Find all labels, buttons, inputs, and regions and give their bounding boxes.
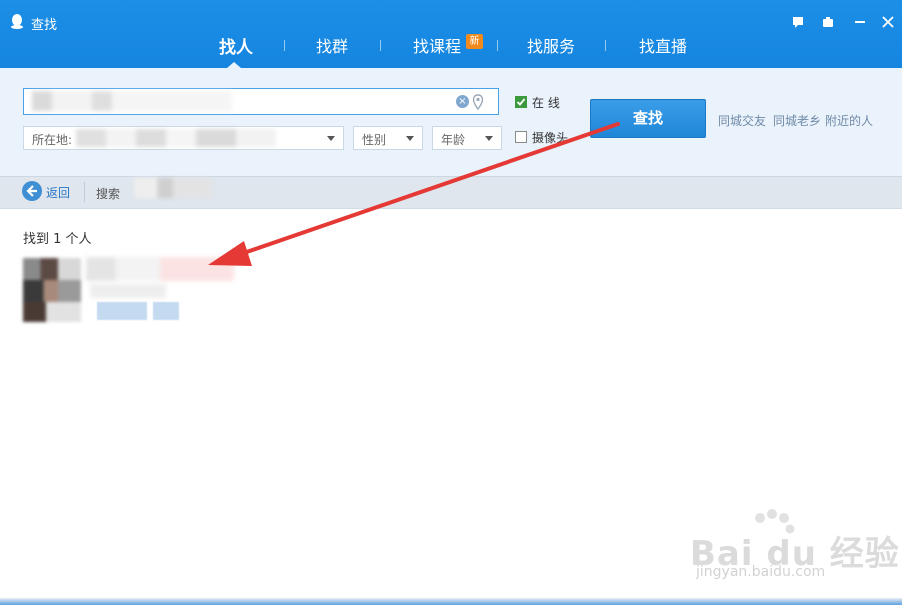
location-pin-icon[interactable] [472,94,484,110]
window-bottom-edge [0,598,902,605]
help-icon[interactable] [788,12,808,32]
chevron-down-icon [406,136,414,141]
tab-separator [380,40,381,51]
chevron-down-icon [485,136,493,141]
location-label: 所在地: [32,133,73,147]
redacted-user-name[interactable] [86,257,234,281]
active-tab-indicator [227,62,241,68]
tab-find-people[interactable]: 找人 [219,33,253,58]
link-local-friends[interactable]: 同城交友 [718,112,766,129]
link-hometown[interactable]: 同城老乡 [773,112,821,129]
tab-find-services[interactable]: 找服务 [527,33,575,57]
camera-checkbox[interactable] [515,131,527,143]
tab-separator [497,40,498,51]
watermark-url: jingyan.baidu.com [696,564,826,580]
add-friend-button[interactable] [97,302,147,320]
minimize-icon[interactable] [850,12,870,32]
location-select[interactable]: 所在地: [23,126,344,150]
chevron-down-icon [327,136,335,141]
back-arrow-icon [22,181,42,201]
redacted-user-info [90,284,166,298]
avatar[interactable] [23,258,81,322]
baidu-jingyan-watermark: Bai du 经验 jingyan.baidu.com [690,508,899,588]
skin-icon[interactable] [818,12,838,32]
redacted-location [76,129,276,147]
tab-find-courses[interactable]: 找课程 [413,33,461,57]
search-panel [0,68,902,176]
link-nearby-people[interactable]: 附近的人 [825,112,873,129]
tab-find-groups[interactable]: 找群 [316,33,348,57]
nav-separator [84,182,85,202]
age-select[interactable]: 年龄 [432,126,502,150]
camera-label: 摄像头 [532,131,569,145]
gender-label: 性别 [362,133,387,147]
age-label: 年龄 [441,133,466,147]
online-checkbox[interactable] [515,96,527,108]
find-window: 查找 找人 找群 找课程 找服务 找直播 新 × 所在地: 性别 年龄 在 线 … [0,0,902,605]
new-badge: 新 [466,34,483,49]
find-button[interactable]: 查找 [590,99,706,138]
close-icon[interactable] [878,12,898,32]
back-label: 返回 [46,186,71,200]
tab-separator [284,40,285,51]
keyword-input[interactable] [23,88,499,115]
qq-penguin-icon [11,14,23,29]
tab-find-live[interactable]: 找直播 [639,33,687,57]
redacted-query [134,178,212,198]
tab-bar: 找人 找群 找课程 找服务 找直播 [0,30,902,60]
tab-separator [605,40,606,51]
title-bar: 查找 找人 找群 找课程 找服务 找直播 [0,0,902,68]
checkmark-icon [515,96,527,108]
redacted-keyword [32,91,232,111]
breadcrumb-search: 搜索 [96,187,121,201]
gender-select[interactable]: 性别 [353,126,423,150]
result-count: 找到 1 个人 [23,232,92,247]
clear-icon[interactable]: × [456,95,469,108]
more-options-button[interactable] [153,302,179,320]
online-label: 在 线 [532,96,560,110]
